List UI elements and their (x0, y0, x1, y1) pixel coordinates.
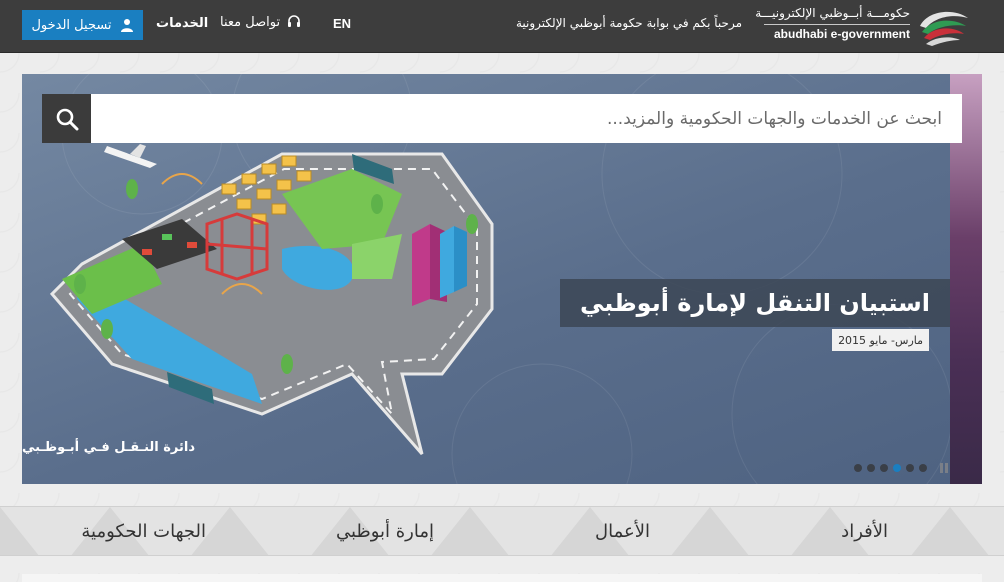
nav-services[interactable]: الخدمات (156, 16, 208, 31)
search-input[interactable] (91, 94, 962, 143)
logo-divider (764, 24, 910, 25)
nav-abu-dhabi[interactable]: إمارة أبوظبي (336, 521, 434, 542)
logo-text-ar: حكومـــة أبــوظبي الإلكترونيـــة (755, 6, 910, 20)
pause-icon[interactable] (940, 463, 948, 473)
nav-business[interactable]: الأعمال (595, 521, 650, 542)
headset-icon (288, 15, 301, 27)
logo-text-en: abudhabi e-government (773, 27, 910, 41)
slide-title[interactable]: استبيان التنقل لإمارة أبوظبي (559, 279, 950, 327)
logo-emblem-icon (920, 11, 968, 46)
site-logo[interactable]: حكومـــة أبــوظبي الإلكترونيـــة abudhab… (755, 4, 972, 48)
login-label: تسجيل الدخول (31, 17, 112, 33)
nav-government-entities[interactable]: الجهات الحكومية (81, 521, 206, 542)
content-area-top (22, 574, 982, 582)
user-icon (120, 19, 133, 32)
slide-dot-active[interactable] (893, 464, 901, 472)
nav-individuals[interactable]: الأفراد (841, 521, 888, 542)
slide-dot[interactable] (854, 464, 862, 472)
slide-date: مارس- مايو 2015 (832, 329, 929, 351)
hero-slider[interactable]: استبيان التنقل لإمارة أبوظبي مارس- مايو … (22, 74, 982, 484)
audience-nav: الأفراد الأعمال إمارة أبوظبي الجهات الحك… (0, 506, 1004, 556)
language-toggle[interactable]: EN (333, 16, 351, 31)
nav-contact[interactable]: تواصل معنا (220, 14, 302, 30)
search-button[interactable] (42, 94, 91, 143)
slide-dot[interactable] (919, 464, 927, 472)
contact-label: تواصل معنا (220, 14, 281, 30)
slide-dot[interactable] (880, 464, 888, 472)
slide-dot[interactable] (906, 464, 914, 472)
slide-dot[interactable] (867, 464, 875, 472)
welcome-text: مرحباً بكم في بوابة حكومة أبوظبي الإلكتر… (515, 16, 742, 30)
search-icon (56, 108, 78, 130)
login-button[interactable]: تسجيل الدخول (22, 10, 143, 40)
image-credit: دائرة النـقـل فـي أبـوظـبي (22, 440, 196, 455)
slider-pagination (854, 463, 948, 473)
top-bar: تسجيل الدخول الخدمات تواصل معنا EN مرحبا… (0, 0, 1004, 53)
search-bar (42, 94, 962, 143)
